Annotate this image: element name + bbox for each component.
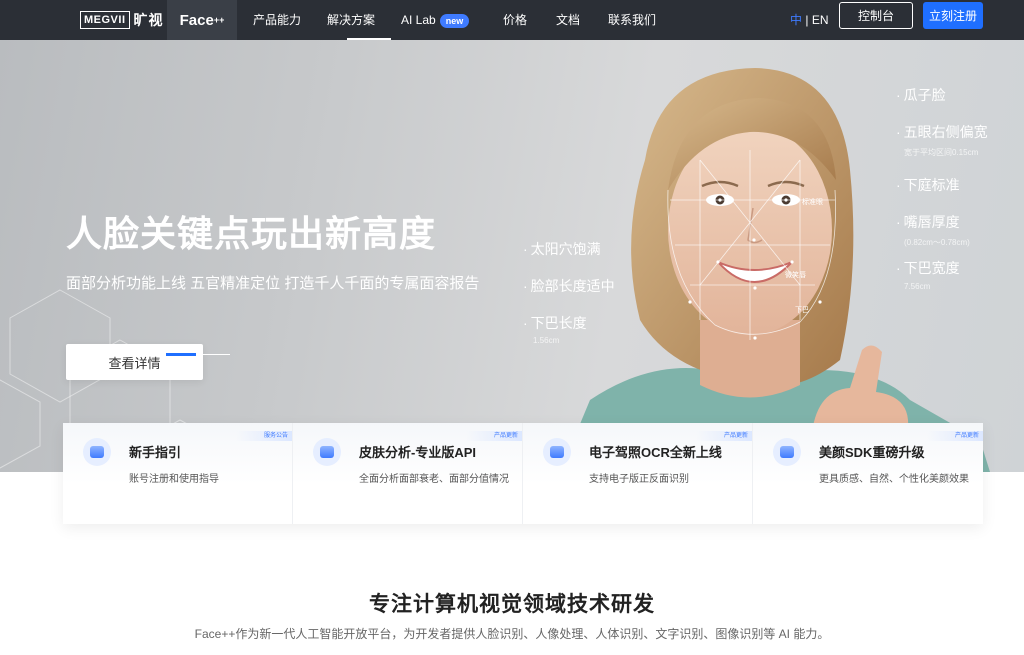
hero-title: 人脸关键点玩出新高度	[66, 213, 437, 254]
nav-item-ai-lab[interactable]: AI Lab new	[401, 0, 470, 40]
card-tag: 产品更新	[466, 431, 522, 441]
nav-item-pricing[interactable]: 价格	[503, 0, 527, 40]
view-details-button[interactable]: 查看详情	[66, 344, 203, 380]
nav-item-ai-lab-label: AI Lab	[401, 13, 436, 27]
card-tag: 产品更新	[927, 431, 983, 441]
card-tag: 产品更新	[696, 431, 752, 441]
card-beginner-guide[interactable]: 服务公告 新手指引 账号注册和使用指导	[63, 423, 293, 524]
card-skin-analysis[interactable]: 产品更新 皮肤分析-专业版API 全面分析面部衰老、面部分值情况	[293, 423, 523, 524]
label-lower-court: 下庭标准	[896, 175, 960, 195]
label-chin-length: 下巴长度	[523, 313, 587, 333]
console-button[interactable]: 控制台	[839, 2, 913, 29]
hero-subtitle: 面部分析功能上线 五官精准定位 打造千人千面的专属面容报告	[66, 275, 480, 292]
card-tag: 服务公告	[236, 431, 292, 441]
news-cards: 服务公告 新手指引 账号注册和使用指导 产品更新 皮肤分析-专业版API 全面分…	[63, 423, 983, 524]
label-chin-width: 下巴宽度	[896, 258, 960, 278]
label-five-eyes-value: 宽于平均区间0.15cm	[904, 148, 979, 157]
card-title: 美颜SDK重磅升级	[819, 445, 925, 460]
card-driver-license-ocr[interactable]: 产品更新 电子驾照OCR全新上线 支持电子版正反面识别	[523, 423, 753, 524]
section-title: 专注计算机视觉领域技术研发	[369, 593, 655, 616]
lang-cn[interactable]: 中	[790, 13, 802, 27]
logo-cn: 旷视	[133, 12, 164, 28]
card-desc: 全面分析面部衰老、面部分值情况	[359, 474, 509, 485]
card-desc: 支持电子版正反面识别	[589, 474, 689, 485]
face-product-sup: ++	[213, 15, 225, 25]
button-accent-bar	[166, 353, 196, 356]
card-desc: 更具质感、自然、个性化美颜效果	[819, 474, 969, 485]
face-product-tab[interactable]: Face ++	[167, 0, 391, 40]
face-tag-lip: 微笑唇	[785, 272, 806, 279]
label-chin-length-value: 1.56cm	[533, 336, 560, 345]
api-icon	[313, 438, 341, 466]
nav-item-products[interactable]: 产品能力	[253, 0, 301, 40]
card-beauty-sdk[interactable]: 产品更新 美颜SDK重磅升级 更具质感、自然、个性化美颜效果	[753, 423, 983, 524]
lang-separator: |	[802, 13, 812, 27]
megvii-logo[interactable]: MEGVII 旷视	[80, 9, 164, 31]
button-accent-line	[196, 354, 230, 355]
label-face-shape: 瓜子脸	[896, 85, 946, 105]
label-chin-width-value: 7.56cm	[904, 282, 931, 291]
face-tag-chin: 下巴	[795, 307, 809, 314]
label-temple-full: 太阳穴饱满	[523, 239, 601, 259]
card-title: 皮肤分析-专业版API	[359, 445, 477, 460]
folder-icon	[83, 438, 111, 466]
card-title: 新手指引	[129, 445, 182, 460]
ocr-icon	[543, 438, 571, 466]
lang-en[interactable]: EN	[812, 13, 829, 27]
language-switcher: 中 | EN	[790, 0, 828, 40]
face-product-label: Face	[179, 11, 214, 29]
label-lip-thickness-value: (0.82cm～0.78cm)	[904, 238, 970, 247]
card-title: 电子驾照OCR全新上线	[589, 445, 722, 460]
register-button[interactable]: 立刻注册	[923, 2, 983, 29]
sdk-icon	[773, 438, 801, 466]
nav-item-docs[interactable]: 文档	[556, 0, 580, 40]
top-nav: MEGVII 旷视 Face ++ 产品能力 解决方案 AI Lab new 价格 …	[0, 0, 1024, 40]
logo-box: MEGVII	[80, 11, 130, 29]
label-lip-thickness: 嘴唇厚度	[896, 212, 960, 232]
section-description: Face++作为新一代人工智能开放平台，为开发者提供人脸识别、人像处理、人体识别…	[194, 627, 830, 641]
nav-item-solutions[interactable]: 解决方案	[327, 0, 375, 40]
new-badge: new	[439, 13, 470, 28]
label-five-eyes: 五眼右侧偏宽	[896, 122, 988, 142]
card-desc: 账号注册和使用指导	[129, 474, 219, 485]
nav-item-contact[interactable]: 联系我们	[608, 0, 656, 40]
face-tag-eye: 标准眼	[802, 199, 823, 206]
label-face-length: 脸部长度适中	[523, 276, 615, 296]
